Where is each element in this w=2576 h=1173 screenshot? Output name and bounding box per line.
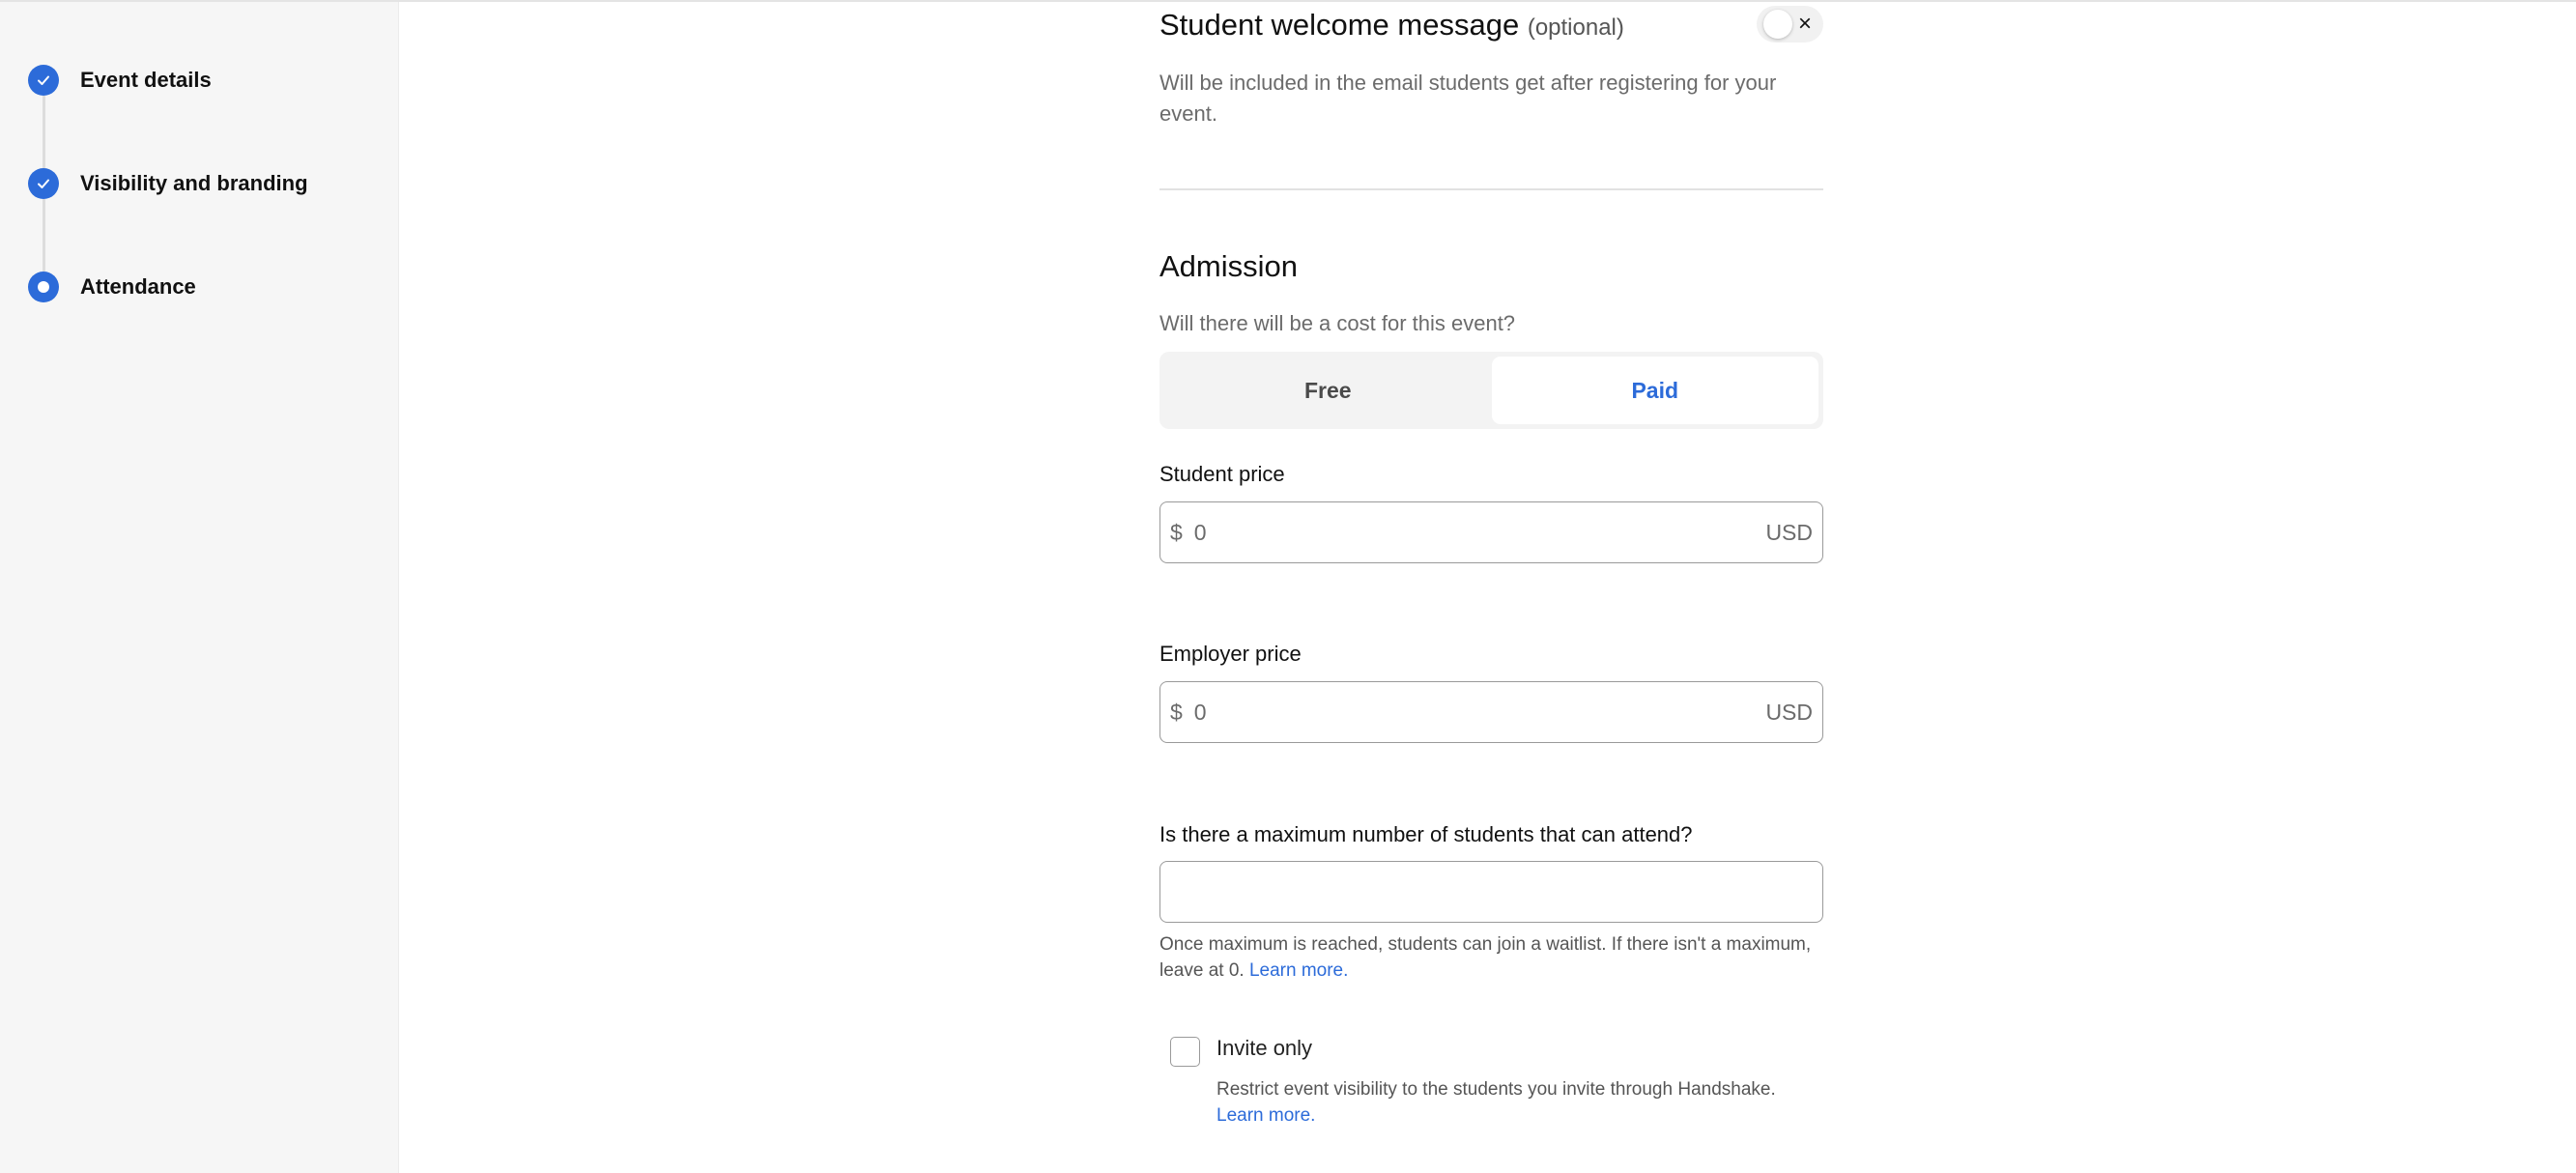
welcome-message-description: Will be included in the email students g… <box>1159 71 1777 126</box>
optional-tag: (optional) <box>1527 14 1624 41</box>
invite-only-checkbox[interactable] <box>1170 1037 1200 1067</box>
student-price-label: Student price <box>1159 462 1285 486</box>
admission-heading: Admission <box>1159 249 1298 283</box>
max-attendance-help: Once maximum is reached, students can jo… <box>1159 931 1836 984</box>
step-attendance[interactable]: Attendance <box>28 272 196 302</box>
cost-question: Will there will be a cost for this event… <box>1159 311 1516 335</box>
learn-more-link[interactable]: Learn more. <box>1249 960 1348 981</box>
admission-cost-selector: Free Paid <box>1159 352 1823 429</box>
welcome-message-heading: Student welcome message (optional) <box>1159 8 1624 43</box>
welcome-message-toggle[interactable]: × <box>1757 6 1823 43</box>
check-icon <box>28 65 59 96</box>
invite-only-description: Restrict event visibility to the student… <box>1216 1076 1835 1129</box>
employer-price-label: Employer price <box>1159 642 1302 666</box>
step-visibility-and-branding[interactable]: Visibility and branding <box>28 168 308 199</box>
currency-code: USD <box>1765 699 1813 725</box>
check-icon <box>28 168 59 199</box>
toggle-knob <box>1763 10 1792 39</box>
invite-only-label[interactable]: Invite only <box>1216 1036 1312 1061</box>
employer-price-input[interactable]: $ 0 USD <box>1159 681 1823 743</box>
invite-only-description-text: Restrict event visibility to the student… <box>1216 1079 1776 1100</box>
step-navigation: Event details Visibility and branding At… <box>0 2 399 1173</box>
welcome-message-title: Student welcome message <box>1159 8 1520 42</box>
current-step-dot-icon <box>28 272 59 302</box>
step-event-details[interactable]: Event details <box>28 65 212 96</box>
student-price-input[interactable]: $ 0 USD <box>1159 501 1823 563</box>
step-label: Attendance <box>80 274 196 299</box>
employer-price-value: 0 <box>1193 699 1207 725</box>
student-price-value: 0 <box>1193 519 1207 545</box>
step-connector <box>43 199 45 272</box>
free-option[interactable]: Free <box>1164 357 1492 424</box>
paid-option[interactable]: Paid <box>1491 357 1818 424</box>
step-label: Visibility and branding <box>80 171 308 195</box>
dollar-sign: $ <box>1170 519 1183 545</box>
max-attendance-input[interactable] <box>1159 861 1823 923</box>
max-attendance-label: Is there a maximum number of students th… <box>1159 822 1693 846</box>
dollar-sign: $ <box>1170 699 1183 725</box>
close-icon: × <box>1798 11 1813 37</box>
section-divider <box>1159 188 1823 190</box>
step-label: Event details <box>80 68 212 92</box>
currency-code: USD <box>1765 519 1813 545</box>
step-connector <box>43 96 45 168</box>
learn-more-link[interactable]: Learn more. <box>1216 1105 1315 1126</box>
